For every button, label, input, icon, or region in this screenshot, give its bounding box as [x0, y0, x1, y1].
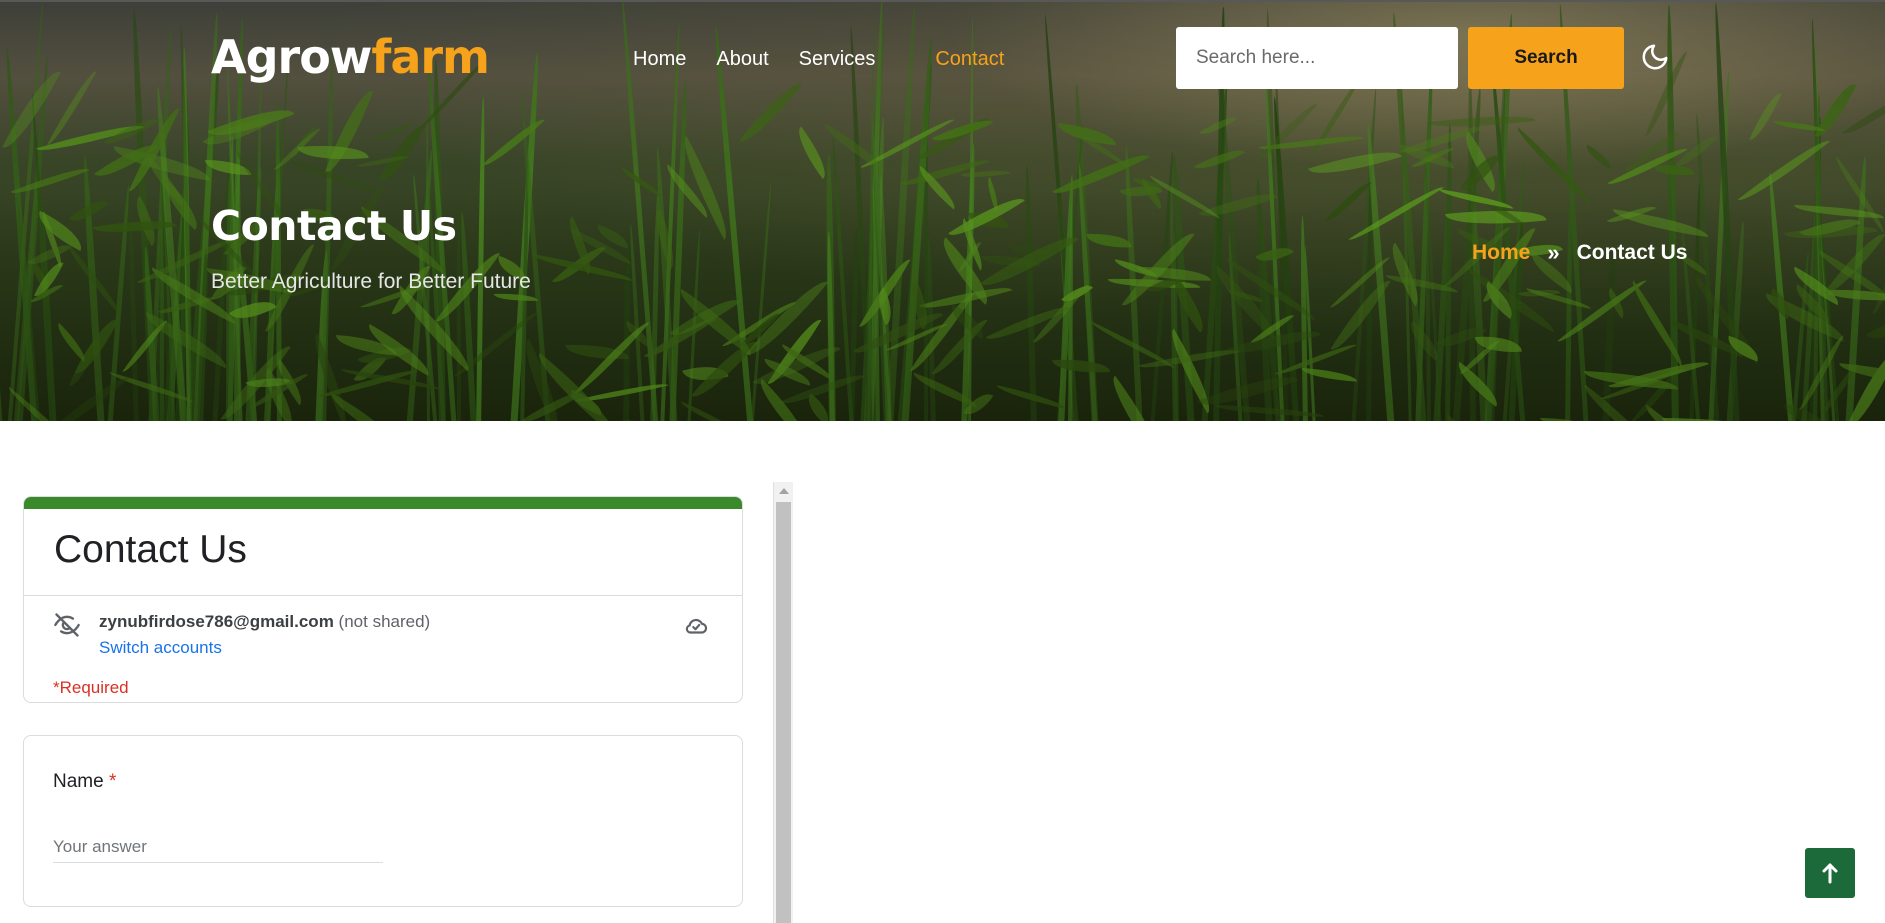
form-scrollbar[interactable] — [773, 482, 793, 923]
breadcrumb-separator-icon: » — [1547, 240, 1560, 265]
account-line: zynubfirdose786@gmail.com (not shared) — [99, 612, 430, 632]
name-answer-input[interactable] — [53, 831, 383, 863]
required-asterisk: * — [108, 771, 117, 792]
nav-home[interactable]: Home — [633, 48, 686, 71]
eye-off-icon — [54, 613, 80, 637]
page-title: Contact Us — [211, 202, 457, 250]
form-header-card: Contact Us zynubfirdose786@gmail.com (no… — [23, 496, 743, 703]
nav-contact[interactable]: Contact — [935, 48, 1004, 71]
form-title: Contact Us — [54, 528, 247, 571]
question-label-text: Name — [53, 771, 104, 792]
back-to-top-button[interactable] — [1805, 848, 1855, 898]
question-card-name: Name * — [23, 735, 743, 907]
nav-services[interactable]: Services — [799, 48, 876, 71]
form-accent-bar — [24, 497, 742, 509]
question-label: Name * — [53, 771, 116, 793]
moon-icon[interactable] — [1640, 42, 1670, 72]
arrow-up-icon — [1822, 863, 1838, 884]
scroll-up-arrow-icon[interactable] — [779, 488, 789, 494]
required-note: *Required — [53, 678, 129, 697]
cloud-check-icon — [685, 618, 708, 634]
not-shared-note: (not shared) — [338, 612, 431, 631]
logo-main-text: Agrow — [211, 30, 372, 84]
search-button[interactable]: Search — [1468, 27, 1624, 89]
account-email: zynubfirdose786@gmail.com — [99, 612, 334, 631]
breadcrumb-home[interactable]: Home — [1472, 241, 1530, 265]
site-logo[interactable]: Agrowfarm — [211, 30, 490, 84]
breadcrumb: Home » Contact Us — [1472, 240, 1687, 266]
page-subtitle: Better Agriculture for Better Future — [211, 270, 531, 293]
form-divider — [24, 595, 742, 596]
search-input[interactable] — [1176, 27, 1458, 89]
switch-accounts-link[interactable]: Switch accounts — [99, 638, 222, 658]
scroll-thumb[interactable] — [776, 502, 791, 923]
embedded-form: Contact Us zynubfirdose786@gmail.com (no… — [0, 482, 795, 923]
nav-about[interactable]: About — [716, 48, 768, 71]
hero-banner: Agrowfarm Home About Services Contact Se… — [0, 0, 1885, 421]
main-nav: Home About Services Contact — [633, 48, 1034, 71]
breadcrumb-current: Contact Us — [1576, 241, 1688, 264]
logo-accent-text: farm — [371, 30, 490, 84]
